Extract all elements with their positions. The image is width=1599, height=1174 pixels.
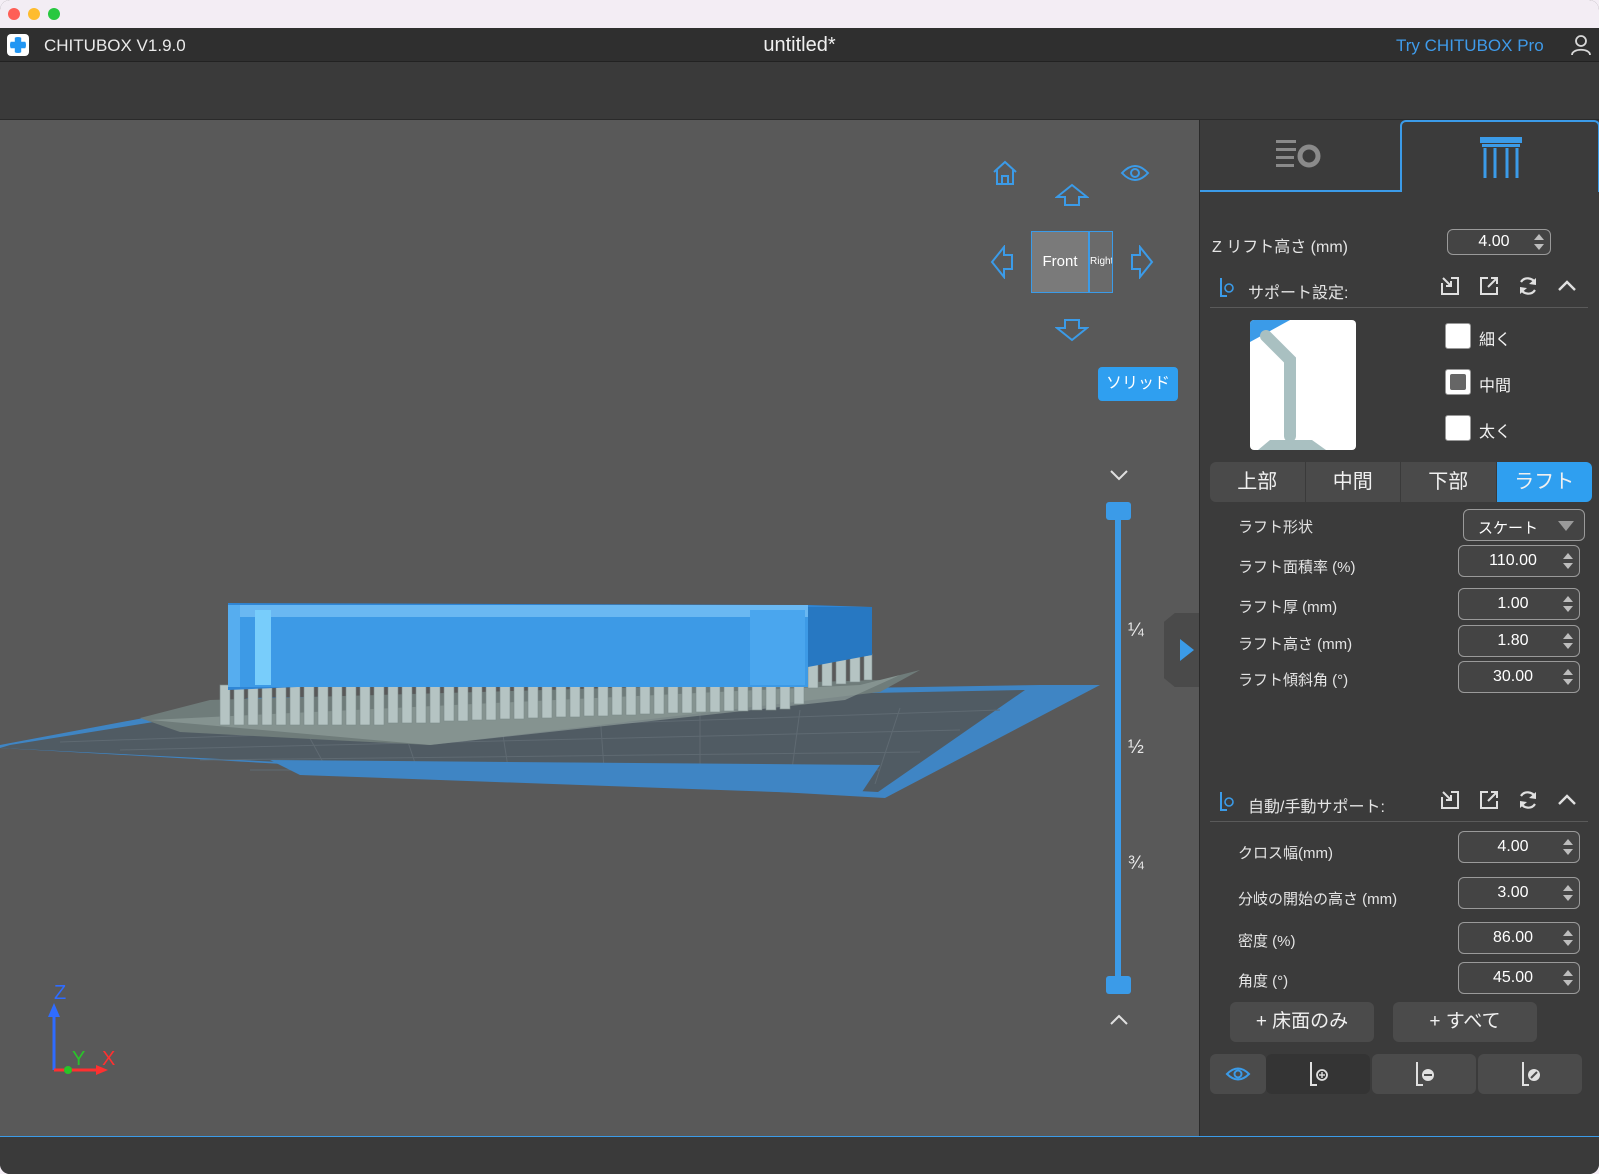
- axis-gizmo: Z Y X: [48, 982, 115, 1075]
- remove-support-tool[interactable]: [1372, 1054, 1476, 1094]
- z-slider-top-handle[interactable]: [1106, 502, 1131, 520]
- support-columns-icon: [1480, 137, 1522, 178]
- app-titlebar: CHITUBOX V1.9.0 untitled* Try CHITUBOX P…: [0, 28, 1599, 62]
- support-part-tabs: 上部 中間 下部 ラフト: [1210, 462, 1592, 502]
- scene-render: [0, 603, 1100, 798]
- close-window-button[interactable]: [8, 8, 20, 20]
- add-support-tool[interactable]: [1266, 1054, 1370, 1094]
- auto-support-title: 自動/手動サポート:: [1248, 799, 1385, 816]
- z-tick-three-quarter: ¾: [1128, 853, 1144, 874]
- size-option-thin-checkbox[interactable]: [1445, 323, 1471, 349]
- tab-top[interactable]: 上部: [1210, 462, 1306, 502]
- support-pin-icon: [1220, 792, 1234, 811]
- tab-middle[interactable]: 中間: [1306, 462, 1401, 502]
- raft-height-label: ラフト高さ (mm): [1238, 636, 1353, 653]
- density-input[interactable]: 86.00: [1458, 922, 1580, 954]
- auto-support-header: 自動/手動サポート:: [1210, 782, 1588, 822]
- z-slider-track[interactable]: [1115, 515, 1121, 993]
- add-all-supports-button[interactable]: + すべて: [1393, 1002, 1537, 1042]
- support-preview-image: [1250, 320, 1356, 450]
- chevron-up-icon[interactable]: [1555, 788, 1579, 812]
- chevron-up-icon[interactable]: [1108, 1013, 1130, 1027]
- 3d-viewport[interactable]: Front Right ソリッド ¼ ½ ¾ Z Y X: [0, 120, 1199, 1136]
- support-settings-header: サポート設定:: [1210, 268, 1588, 308]
- arrow-up-icon[interactable]: [1055, 183, 1089, 207]
- support-diagram: [1250, 320, 1326, 450]
- export-icon[interactable]: [1477, 788, 1501, 812]
- right-panel: Z リフト高さ (mm) 4.00 サポート設定: 細く 中間 太く 上部 中間…: [1199, 120, 1599, 1136]
- macos-titlebar: [0, 0, 1599, 28]
- tab-settings[interactable]: [1200, 120, 1400, 192]
- view-cube[interactable]: Front Right: [1031, 231, 1113, 293]
- user-icon[interactable]: [1570, 34, 1592, 56]
- z-lift-label: Z リフト高さ (mm): [1212, 239, 1348, 256]
- remove-support-icon: [1416, 1062, 1434, 1086]
- edit-support-tool[interactable]: [1478, 1054, 1582, 1094]
- reset-icon[interactable]: [1516, 274, 1540, 298]
- tab-raft[interactable]: ラフト: [1496, 462, 1592, 502]
- add-support-icon: [1310, 1062, 1328, 1086]
- export-icon[interactable]: [1477, 274, 1501, 298]
- tab-supports[interactable]: [1400, 120, 1599, 192]
- view-cube-side-face[interactable]: Right: [1089, 231, 1113, 293]
- support-pin-icon: [1220, 278, 1234, 297]
- support-tool-row: [1210, 1054, 1582, 1094]
- import-icon[interactable]: [1438, 274, 1462, 298]
- add-floor-supports-button[interactable]: + 床面のみ: [1230, 1002, 1374, 1042]
- zoom-window-button[interactable]: [48, 8, 60, 20]
- density-label: 密度 (%): [1238, 933, 1296, 950]
- tab-bottom[interactable]: 下部: [1401, 462, 1497, 502]
- raft-thickness-input[interactable]: 1.00: [1458, 588, 1580, 620]
- branch-height-input[interactable]: 3.00: [1458, 877, 1580, 909]
- chevron-up-icon[interactable]: [1555, 274, 1579, 298]
- raft-area-input[interactable]: 110.00: [1458, 545, 1580, 577]
- z-tick-quarter: ¼: [1128, 620, 1144, 641]
- render-mode-button[interactable]: ソリッド: [1098, 367, 1178, 401]
- arrow-left-icon[interactable]: [990, 245, 1014, 279]
- z-lift-value: 4.00: [1478, 233, 1510, 250]
- chevron-down-icon[interactable]: [1108, 468, 1130, 482]
- eye-icon: [1225, 1067, 1251, 1081]
- import-icon[interactable]: [1438, 788, 1462, 812]
- document-title: untitled*: [763, 34, 836, 56]
- z-lift-input[interactable]: 4.00: [1447, 229, 1551, 255]
- arrow-right-icon[interactable]: [1130, 245, 1154, 279]
- arrow-down-icon[interactable]: [1055, 318, 1089, 342]
- settings-list-icon: [1276, 140, 1321, 168]
- play-triangle-icon: [1180, 639, 1194, 661]
- dropdown-caret-icon: [1558, 521, 1574, 531]
- eye-icon[interactable]: [1120, 162, 1150, 184]
- size-option-thick-checkbox[interactable]: [1445, 415, 1471, 441]
- view-cube-front-face[interactable]: Front: [1031, 231, 1089, 293]
- try-pro-link[interactable]: Try CHITUBOX Pro: [1396, 36, 1544, 56]
- support-settings-title: サポート設定:: [1248, 285, 1349, 302]
- raft-thickness-label: ラフト厚 (mm): [1238, 599, 1338, 616]
- raft-height-input[interactable]: 1.80: [1458, 625, 1580, 657]
- angle-label: 角度 (°): [1238, 973, 1289, 990]
- app-window: CHITUBOX V1.9.0 untitled* Try CHITUBOX P…: [0, 0, 1599, 1174]
- raft-slope-label: ラフト傾斜角 (°): [1238, 672, 1349, 689]
- reset-icon[interactable]: [1516, 788, 1540, 812]
- cross-width-input[interactable]: 4.00: [1458, 831, 1580, 863]
- raft-slope-input[interactable]: 30.00: [1458, 661, 1580, 693]
- home-icon[interactable]: [990, 158, 1020, 188]
- raft-shape-select[interactable]: スケート: [1463, 509, 1585, 541]
- axis-y-label: Y: [72, 1048, 85, 1070]
- axis-x-label: X: [102, 1048, 115, 1070]
- main-toolbar: [0, 62, 1599, 120]
- angle-input[interactable]: 45.00: [1458, 962, 1580, 994]
- raft-area-label: ラフト面積率 (%): [1238, 559, 1356, 576]
- cross-width-label: クロス幅(mm): [1238, 845, 1333, 862]
- show-supports-toggle[interactable]: [1210, 1054, 1266, 1094]
- edit-support-icon: [1522, 1062, 1540, 1086]
- status-bar: [0, 1136, 1599, 1174]
- raft-shape-label: ラフト形状: [1238, 519, 1314, 536]
- axis-z-label: Z: [54, 982, 66, 1004]
- size-option-medium-checkbox[interactable]: [1445, 369, 1471, 395]
- panel-collapse-tab[interactable]: [1164, 613, 1199, 687]
- z-tick-half: ½: [1128, 737, 1144, 758]
- z-slider-bottom-handle[interactable]: [1106, 976, 1131, 994]
- minimize-window-button[interactable]: [28, 8, 40, 20]
- branch-height-label: 分岐の開始の高さ (mm): [1238, 891, 1398, 908]
